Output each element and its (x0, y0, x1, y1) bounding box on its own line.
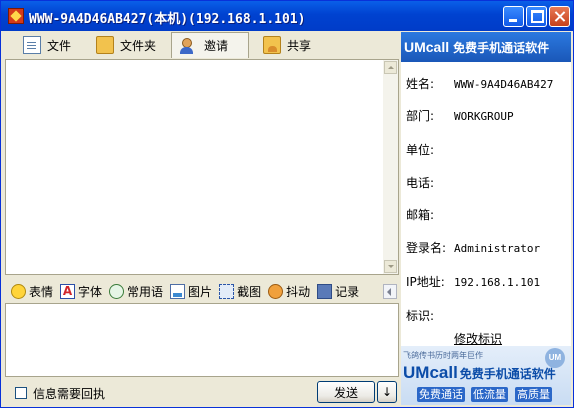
info-label: 电话: (406, 176, 435, 190)
edit-tag-link[interactable]: 修改标识 (454, 330, 502, 347)
share-folder-icon (263, 36, 281, 54)
banner-slogan: 免费手机通话软件 (459, 367, 556, 381)
send-button[interactable]: 发送 (317, 381, 375, 403)
umcall-bottom-banner[interactable]: 飞鸽传书历时两年巨作 UM UMcall 免费手机通话软件 免费通话 低流量 高质… (401, 346, 571, 405)
phrases-label: 常用语 (127, 284, 164, 299)
screenshot-label: 截图 (237, 284, 262, 299)
feature-badge: 免费通话 (417, 387, 465, 402)
tab-invite[interactable]: 邀请 (171, 32, 249, 58)
phrases-button[interactable]: 常用语 (109, 283, 163, 300)
tab-share[interactable]: 共享 (255, 32, 319, 58)
shake-icon (268, 283, 284, 299)
maximize-button[interactable] (526, 6, 547, 27)
send-bar: 信息需要回执 发送 ↓ (5, 379, 399, 405)
info-name: 姓名: WWW-9A4D46AB427 (406, 75, 553, 92)
banner-subtitle: 飞鸽传书历时两年巨作 (403, 351, 483, 360)
font-icon: A (60, 283, 76, 299)
info-value: 192.168.1.101 (454, 276, 541, 289)
banner-headline: UMcall 免费手机通话软件 (403, 363, 556, 383)
screenshot-button[interactable]: 截图 (219, 283, 261, 300)
message-input[interactable] (5, 303, 399, 377)
info-value: WWW-9A4D46AB427 (454, 78, 554, 91)
font-button[interactable]: A 字体 (60, 283, 102, 300)
function-tabs: 文件 文件夹 邀请 共享 (5, 32, 399, 59)
tab-label: 文件 (47, 38, 72, 53)
scroll-down-arrow-icon[interactable] (384, 260, 397, 273)
info-label: IP地址: (406, 275, 445, 289)
receipt-label[interactable]: 信息需要回执 (33, 385, 105, 402)
invite-icon (180, 37, 198, 55)
picture-label: 图片 (188, 284, 213, 299)
info-label: 标识: (406, 309, 435, 323)
banner-slogan: 免费手机通话软件 (453, 40, 550, 55)
info-login-name: 登录名: Administrator (406, 239, 540, 256)
feature-badge: 高质量 (515, 387, 552, 402)
info-label: 部门: (406, 109, 435, 123)
app-icon[interactable] (8, 8, 24, 24)
font-label: 字体 (78, 284, 103, 299)
emoticon-button[interactable]: 表情 (11, 283, 53, 300)
message-toolbar: 表情 A 字体 常用语 图片 截图 抖动 记录 (5, 279, 399, 303)
history-scrollbar[interactable] (383, 60, 398, 274)
chat-window: WWW-9A4D46AB427(本机)(192.168.1.101) 文件 文件… (0, 0, 574, 408)
folder-icon (96, 36, 114, 54)
smiley-icon (11, 283, 26, 299)
info-label: 登录名: (406, 241, 447, 255)
window-title: WWW-9A4D46AB427(本机)(192.168.1.101) (29, 12, 306, 27)
info-organization: 单位: (406, 141, 454, 158)
record-icon (317, 283, 333, 299)
info-value: Administrator (454, 242, 541, 255)
message-history[interactable] (5, 59, 399, 275)
banner-brand: UMcall (404, 39, 450, 55)
tab-label: 文件夹 (120, 38, 157, 53)
umcall-top-banner[interactable]: UMcall 免费手机通话软件 (401, 32, 571, 62)
record-label: 记录 (335, 284, 360, 299)
receipt-checkbox[interactable] (15, 387, 27, 399)
picture-icon (170, 283, 186, 299)
tab-folder[interactable]: 文件夹 (88, 32, 164, 58)
info-label: 单位: (406, 143, 435, 157)
info-phone: 电话: (406, 174, 454, 191)
banner-brand: UMcall (403, 363, 458, 382)
emoticon-label: 表情 (29, 284, 54, 299)
tab-label: 邀请 (204, 39, 229, 53)
speech-bubble-icon (109, 283, 125, 299)
tab-label: 共享 (287, 38, 312, 53)
screenshot-icon (219, 283, 235, 299)
close-button[interactable] (549, 6, 570, 27)
info-label: 姓名: (406, 77, 435, 91)
minimize-button[interactable] (503, 6, 524, 27)
shake-label: 抖动 (286, 284, 311, 299)
contact-info-panel: UMcall 免费手机通话软件 姓名: WWW-9A4D46AB427 部门: WO… (401, 32, 571, 405)
info-ip-address: IP地址: 192.168.1.101 (406, 273, 540, 290)
title-bar[interactable]: WWW-9A4D46AB427(本机)(192.168.1.101) (1, 1, 573, 31)
collapse-panel-button[interactable] (383, 283, 397, 299)
scroll-up-arrow-icon[interactable] (384, 61, 397, 74)
record-button[interactable]: 记录 (317, 283, 359, 300)
info-email: 邮箱: (406, 206, 454, 223)
file-icon (23, 36, 41, 54)
info-tag: 标识: (406, 307, 454, 324)
send-options-button[interactable]: ↓ (377, 381, 397, 403)
info-value: WORKGROUP (454, 110, 514, 123)
picture-button[interactable]: 图片 (170, 283, 212, 300)
info-label: 邮箱: (406, 208, 435, 222)
info-department: 部门: WORKGROUP (406, 107, 514, 124)
shake-button[interactable]: 抖动 (268, 283, 310, 300)
feature-badge: 低流量 (471, 387, 508, 402)
tab-file[interactable]: 文件 (15, 32, 79, 58)
